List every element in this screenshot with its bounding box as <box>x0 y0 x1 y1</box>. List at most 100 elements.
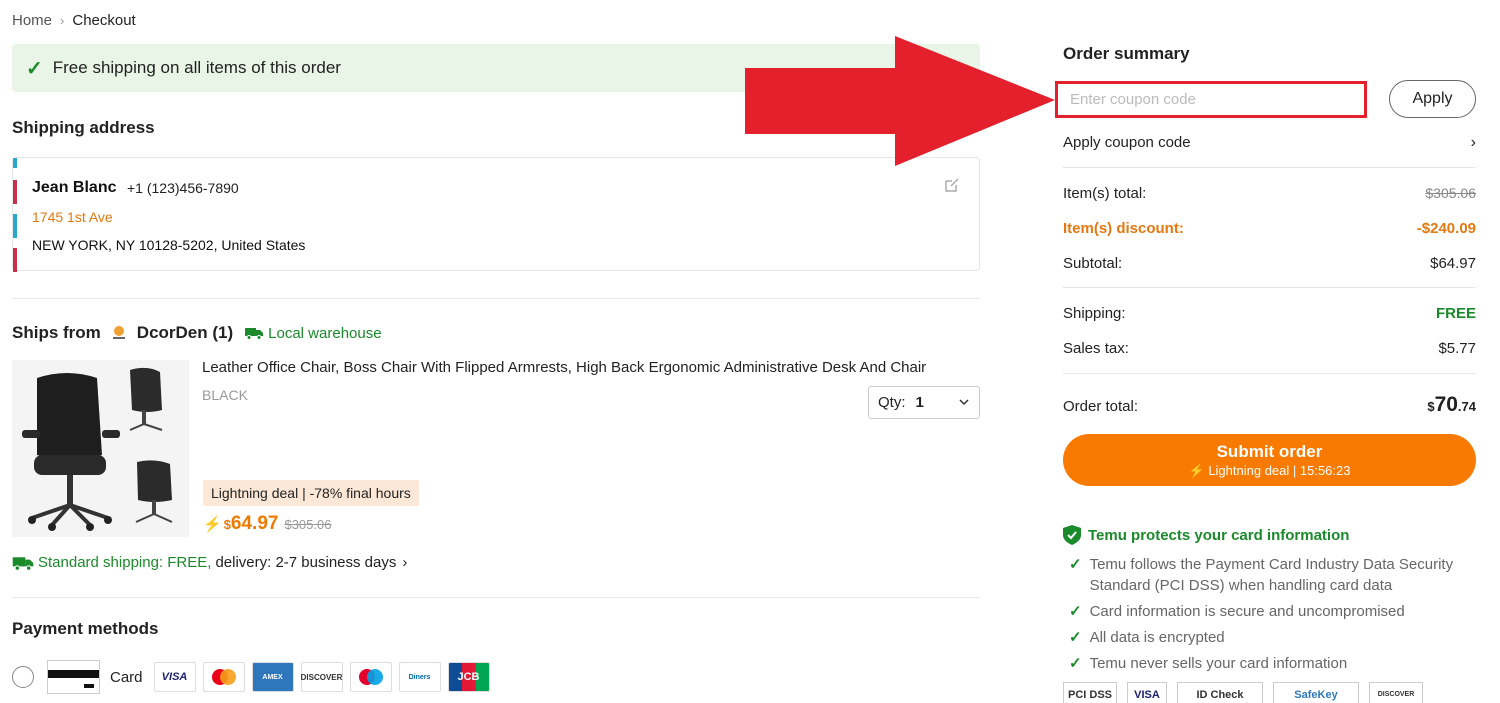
list-item: ✓ Temu never sells your card information <box>1069 655 1348 672</box>
pci-dss-badge-icon: PCI DSS <box>1063 682 1117 703</box>
subtotal-value: $64.97 <box>1430 255 1476 272</box>
qty-value: 1 <box>915 394 924 411</box>
lightning-deal-tag: Lightning deal | -78% final hours <box>203 480 419 506</box>
order-summary-title: Order summary <box>1063 44 1190 63</box>
shipping-row: Shipping: FREE <box>1063 305 1476 322</box>
payment-card-option[interactable]: Card VISA AMEX DISCOVER Diners JCB <box>12 660 497 694</box>
discover-badge-icon: DISCOVER <box>1369 682 1423 703</box>
order-total-label: Order total: <box>1063 398 1139 415</box>
shipping-value: FREE <box>1435 305 1476 322</box>
recipient-name: Jean Blanc <box>32 179 117 196</box>
original-price: $305.06 <box>284 517 332 532</box>
truck-icon <box>12 556 34 571</box>
submit-order-label: Submit order <box>1216 441 1323 461</box>
red-arrow-annotation <box>745 36 1055 166</box>
ships-from-row: Ships from DcorDen (1) Local warehouse <box>12 323 382 343</box>
divider <box>12 298 980 299</box>
chevron-down-icon <box>959 399 969 406</box>
product-variant: BLACK <box>202 387 248 403</box>
check-icon: ✓ <box>1069 655 1082 672</box>
amex-logo-icon: AMEX <box>251 662 294 692</box>
breadcrumb-separator: › <box>60 13 65 28</box>
shipping-info-row[interactable]: Standard shipping: FREE, delivery: 2-7 b… <box>12 554 407 571</box>
breadcrumb-home[interactable]: Home <box>12 12 52 29</box>
check-icon: ✓ <box>26 57 43 80</box>
address-line1: 1745 1st Ave <box>32 209 113 225</box>
card-protection-list: ✓ Temu follows the Payment Card Industry … <box>1069 554 1469 679</box>
card-protection-label: Temu protects your card information <box>1088 526 1350 544</box>
items-discount-value: -$240.09 <box>1416 220 1476 237</box>
store-logo-icon <box>112 326 125 339</box>
current-price: 64.97 <box>230 513 279 534</box>
list-item: ✓ All data is encrypted <box>1069 629 1225 646</box>
order-total-value: $70.74 <box>1427 393 1476 416</box>
stripe-decoration <box>13 214 17 238</box>
safekey-badge-icon: SafeKey <box>1273 682 1359 703</box>
visa-secure-badge-icon: VISA <box>1127 682 1167 703</box>
shipping-label: Shipping: <box>1063 305 1126 322</box>
qty-label: Qty: <box>878 394 906 411</box>
card-label: Card <box>110 668 143 686</box>
items-total-value: $305.06 <box>1425 185 1476 201</box>
payment-methods-title: Payment methods <box>12 619 159 638</box>
submit-order-deal-timer: ⚡ Lightning deal | 15:56:23 <box>1188 462 1351 478</box>
delivery-time-text: delivery: 2-7 business days <box>215 554 397 571</box>
chevron-right-icon: › <box>1470 134 1476 151</box>
banner-text: Free shipping on all items of this order <box>52 58 341 77</box>
chevron-right-icon: › <box>402 554 408 571</box>
product-title[interactable]: Leather Office Chair, Boss Chair With Fl… <box>202 359 962 376</box>
chair-illustration <box>12 360 189 537</box>
security-badges: PCI DSS VISA ID Check SafeKey DISCOVER <box>1063 682 1423 703</box>
visa-logo-icon: VISA <box>153 662 196 692</box>
quantity-select[interactable]: Qty: 1 <box>868 386 980 419</box>
discover-logo-icon: DISCOVER <box>300 662 343 692</box>
address-line2: NEW YORK, NY 10128-5202, United States <box>32 237 306 253</box>
product-image[interactable] <box>12 360 189 537</box>
credit-card-icon <box>47 660 100 694</box>
sales-tax-label: Sales tax: <box>1063 340 1129 357</box>
card-radio[interactable] <box>12 666 34 688</box>
items-discount-label: Item(s) discount: <box>1063 220 1184 237</box>
check-icon: ✓ <box>1069 629 1082 646</box>
stripe-decoration <box>13 158 17 168</box>
shield-check-icon <box>1063 525 1081 545</box>
truck-icon <box>245 328 264 340</box>
stripe-decoration <box>13 248 17 272</box>
order-total-row: Order total: $70.74 <box>1063 393 1476 417</box>
price-currency: $ <box>223 517 231 532</box>
price-row: ⚡ $ 64.97 $305.06 <box>203 513 331 535</box>
coupon-input[interactable] <box>1055 81 1367 118</box>
ships-from-label: Ships from <box>12 323 101 342</box>
items-discount-row: Item(s) discount: -$240.09 <box>1063 220 1476 237</box>
divider <box>12 597 980 598</box>
address-card[interactable]: Jean Blanc +1 (123)456-7890 1745 1st Ave… <box>12 157 980 272</box>
card-protection-title: Temu protects your card information <box>1063 525 1349 545</box>
jcb-logo-icon: JCB <box>447 662 490 692</box>
shipping-free-text: Standard shipping: FREE, <box>38 554 212 571</box>
breadcrumb: Home › Checkout <box>12 12 136 29</box>
list-item: ✓ Card information is secure and uncompro… <box>1069 603 1405 620</box>
apply-coupon-button[interactable]: Apply <box>1389 80 1476 118</box>
list-item: ✓ Temu follows the Payment Card Industry … <box>1069 556 1454 594</box>
divider <box>1063 373 1476 374</box>
apply-coupon-label: Apply coupon code <box>1063 134 1191 151</box>
submit-order-button[interactable]: Submit order ⚡ Lightning deal | 15:56:23 <box>1063 434 1476 486</box>
divider <box>1063 287 1476 288</box>
warehouse-label: Local warehouse <box>268 324 382 342</box>
lightning-icon: ⚡ <box>203 516 222 533</box>
id-check-badge-icon: ID Check <box>1177 682 1263 703</box>
divider <box>1063 167 1476 168</box>
diners-logo-icon: Diners <box>398 662 441 692</box>
apply-coupon-link[interactable]: Apply coupon code › <box>1063 134 1476 152</box>
mastercard-logo-icon <box>202 662 245 692</box>
store-name[interactable]: DcorDen (1) <box>137 323 233 343</box>
stripe-decoration <box>13 180 17 204</box>
check-icon: ✓ <box>1069 556 1082 573</box>
local-warehouse-tag: Local warehouse <box>245 324 382 342</box>
items-total-label: Item(s) total: <box>1063 185 1147 202</box>
breadcrumb-current: Checkout <box>72 12 136 29</box>
sales-tax-row: Sales tax: $5.77 <box>1063 340 1476 357</box>
subtotal-row: Subtotal: $64.97 <box>1063 255 1476 272</box>
recipient-phone: +1 (123)456-7890 <box>127 180 239 196</box>
edit-icon[interactable] <box>945 178 959 192</box>
